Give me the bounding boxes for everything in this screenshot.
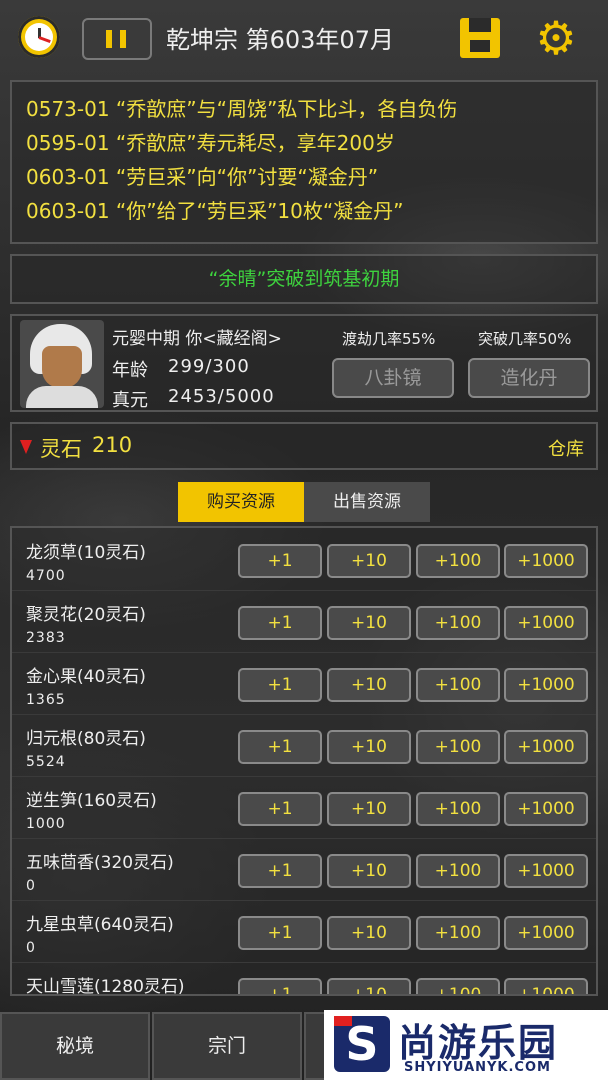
resource-count: 5524: [26, 754, 66, 770]
add-10-button[interactable]: +10: [327, 606, 411, 640]
add-100-button[interactable]: +100: [416, 854, 500, 888]
spirit-stone-bar: 灵石 210 仓库: [10, 422, 598, 470]
spirit-stone-value: 210: [92, 433, 133, 457]
resource-name: 逆生笋(160灵石): [26, 791, 157, 811]
add-100-button[interactable]: +100: [416, 544, 500, 578]
clock-icon[interactable]: [18, 16, 60, 58]
list-item: 聚灵花(20灵石) 2383 +1 +10 +100 +1000: [12, 590, 596, 653]
add-1-button[interactable]: +1: [238, 730, 322, 764]
list-item: 归元根(80灵石) 5524 +1 +10 +100 +1000: [12, 714, 596, 777]
add-10-button[interactable]: +10: [327, 792, 411, 826]
watermark-url: SHYIYUANYK.COM: [404, 1060, 551, 1075]
resource-name: 九星虫草(640灵石): [26, 915, 174, 935]
resource-count: 2383: [26, 630, 66, 646]
add-1000-button[interactable]: +1000: [504, 606, 588, 640]
gear-icon[interactable]: ⚙: [534, 15, 578, 61]
add-1-button[interactable]: +1: [238, 978, 322, 994]
resource-count: 0: [26, 940, 36, 956]
add-10-button[interactable]: +10: [327, 916, 411, 950]
logo-icon: S: [334, 1016, 390, 1072]
resource-count: 4700: [26, 568, 66, 584]
add-1-button[interactable]: +1: [238, 792, 322, 826]
resource-name: 金心果(40灵石): [26, 667, 146, 687]
add-100-button[interactable]: +100: [416, 730, 500, 764]
list-item: 九星虫草(640灵石) 0 +1 +10 +100 +1000: [12, 900, 596, 963]
storage-link[interactable]: 仓库: [548, 435, 584, 461]
add-1-button[interactable]: +1: [238, 544, 322, 578]
resource-name: 聚灵花(20灵石): [26, 605, 146, 625]
resource-name: 天山雪莲(1280灵石): [26, 977, 185, 996]
age-value: 299/300: [168, 356, 250, 377]
resource-count: 1000: [26, 816, 66, 832]
age-label: 年龄: [112, 360, 148, 381]
add-1000-button[interactable]: +1000: [504, 668, 588, 702]
add-10-button[interactable]: +10: [327, 854, 411, 888]
list-item: 逆生笋(160灵石) 1000 +1 +10 +100 +1000: [12, 776, 596, 839]
add-10-button[interactable]: +10: [327, 544, 411, 578]
log-line: 0573-01 “乔歆庶”与“周饶”私下比斗，各自负伤: [26, 97, 458, 121]
pause-button[interactable]: [82, 18, 152, 60]
bagua-mirror-button[interactable]: 八卦镜: [332, 358, 454, 398]
nav-secret-realm[interactable]: 秘境: [0, 1012, 150, 1080]
collapse-triangle-icon[interactable]: [20, 440, 32, 454]
add-10-button[interactable]: +10: [327, 668, 411, 702]
watermark-logo: S 尚游乐园 SHYIYUANYK.COM: [324, 1010, 608, 1080]
breakthrough-rate: 突破几率50%: [478, 330, 572, 348]
add-1-button[interactable]: +1: [238, 606, 322, 640]
tribulation-rate: 渡劫几率55%: [342, 330, 436, 348]
add-100-button[interactable]: +100: [416, 606, 500, 640]
sect-date-title: 乾坤宗 第603年07月: [166, 26, 394, 54]
creation-pill-button[interactable]: 造化丹: [468, 358, 590, 398]
watermark-text: 尚游乐园: [398, 1021, 559, 1065]
add-100-button[interactable]: +100: [416, 792, 500, 826]
list-item: 金心果(40灵石) 1365 +1 +10 +100 +1000: [12, 652, 596, 715]
log-line: 0603-01 “劳巨采”向“你”讨要“凝金丹”: [26, 165, 379, 189]
add-1000-button[interactable]: +1000: [504, 978, 588, 994]
resource-count: 0: [26, 878, 36, 894]
list-item: 龙须草(10灵石) 4700 +1 +10 +100 +1000: [12, 528, 596, 591]
spirit-stone-label: 灵石: [40, 437, 82, 461]
add-1000-button[interactable]: +1000: [504, 916, 588, 950]
add-1000-button[interactable]: +1000: [504, 730, 588, 764]
event-notice: “余晴”突破到筑基初期: [10, 254, 598, 304]
add-100-button[interactable]: +100: [416, 668, 500, 702]
resource-count: 1365: [26, 692, 66, 708]
resource-name: 龙须草(10灵石): [26, 543, 146, 563]
add-10-button[interactable]: +10: [327, 730, 411, 764]
add-1000-button[interactable]: +1000: [504, 792, 588, 826]
add-1000-button[interactable]: +1000: [504, 544, 588, 578]
nav-sect[interactable]: 宗门: [152, 1012, 302, 1080]
qi-label: 真元: [112, 390, 148, 411]
avatar: [20, 320, 104, 408]
list-item: 五味茴香(320灵石) 0 +1 +10 +100 +1000: [12, 838, 596, 901]
resource-name: 归元根(80灵石): [26, 729, 146, 749]
save-icon[interactable]: [460, 18, 500, 58]
cultivation-rank: 元婴中期 你<藏经阁>: [112, 329, 282, 349]
add-1-button[interactable]: +1: [238, 854, 322, 888]
resource-list[interactable]: 龙须草(10灵石) 4700 +1 +10 +100 +1000 聚灵花(20灵…: [10, 526, 598, 996]
qi-value: 2453/5000: [168, 386, 275, 407]
tab-buy-resources[interactable]: 购买资源: [178, 482, 304, 522]
add-1-button[interactable]: +1: [238, 916, 322, 950]
log-line: 0603-01 “你”给了“劳巨采”10枚“凝金丹”: [26, 199, 404, 223]
add-1000-button[interactable]: +1000: [504, 854, 588, 888]
log-line: 0595-01 “乔歆庶”寿元耗尽，享年200岁: [26, 131, 395, 155]
add-10-button[interactable]: +10: [327, 978, 411, 994]
list-item: 天山雪莲(1280灵石) +1 +10 +100 +1000: [12, 962, 596, 996]
add-100-button[interactable]: +100: [416, 978, 500, 994]
add-100-button[interactable]: +100: [416, 916, 500, 950]
tab-sell-resources[interactable]: 出售资源: [304, 482, 430, 522]
resource-name: 五味茴香(320灵石): [26, 853, 174, 873]
character-panel: 元婴中期 你<藏经阁> 年龄 299/300 真元 2453/5000 渡劫几率…: [10, 314, 598, 412]
top-bar: 乾坤宗 第603年07月 ⚙: [0, 0, 608, 76]
event-log: 0573-01 “乔歆庶”与“周饶”私下比斗，各自负伤 0595-01 “乔歆庶…: [10, 80, 598, 244]
add-1-button[interactable]: +1: [238, 668, 322, 702]
